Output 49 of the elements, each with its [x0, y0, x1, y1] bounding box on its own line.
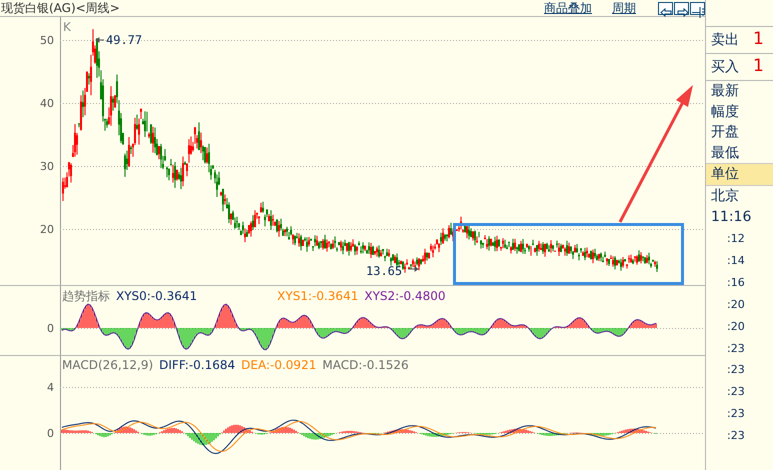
field-label: 最低 — [710, 144, 740, 162]
axis-label: 20 — [40, 223, 54, 236]
tick-time: :12 — [726, 231, 746, 247]
field-label: 北京 — [710, 186, 740, 206]
chart-title: 现货白银(AG)<周线> — [0, 0, 120, 16]
axis-label: 0 — [47, 322, 54, 335]
indicator-value: XYS2:-0.4800 — [364, 289, 446, 303]
tick-time: :23 — [726, 384, 746, 400]
tick-time: :16 — [726, 274, 746, 291]
period-link[interactable]: 周期 — [612, 0, 636, 16]
axis-label: 4 — [47, 381, 54, 394]
tick-time: :23 — [726, 362, 746, 378]
quote-value: 1 — [753, 55, 764, 78]
field-label: 幅度 — [710, 102, 740, 122]
tick-time: :23 — [726, 340, 746, 357]
tick-time: :20 — [726, 318, 746, 335]
overlay-link[interactable]: 商品叠加 — [544, 0, 592, 16]
tick-time: :23 — [726, 428, 746, 444]
axis-label: 0 — [47, 427, 54, 440]
left-arrow-icon — [660, 8, 672, 17]
field-label: 开盘 — [710, 123, 740, 142]
indicator-value: DIFF:-0.1684 — [159, 358, 236, 372]
axis-label: 40 — [40, 97, 54, 110]
indicator-value: MACD:-0.1526 — [322, 358, 409, 372]
field-label: 单位 — [706, 163, 773, 186]
max-marker-icon — [96, 37, 104, 42]
tick-time: :14 — [726, 252, 746, 269]
left-arrow-button[interactable] — [658, 2, 673, 14]
field-label: 最新 — [710, 82, 740, 101]
axis-label: 30 — [40, 160, 54, 173]
quote-label: 卖出 — [711, 30, 739, 50]
indicator-value: XYS0:-0.3641 — [116, 289, 198, 303]
right-arrow-button[interactable] — [674, 2, 689, 14]
min-marker-icon — [408, 266, 418, 272]
indicator-name: MACD(26,12,9) — [62, 358, 154, 372]
tick-time: :23 — [726, 406, 746, 422]
panel-label: K — [63, 20, 71, 34]
min-price-label: 13.65 — [366, 264, 402, 278]
quote-label: 买入 — [711, 58, 739, 76]
indicator-value: XYS1:-0.3641 — [277, 289, 358, 303]
max-price-label: 49.77 — [106, 33, 142, 47]
quote-value: 1 — [753, 28, 764, 52]
axis-label: 50 — [40, 34, 54, 47]
layout-icon — [692, 6, 704, 18]
tick-time: :20 — [726, 296, 746, 313]
right-arrow-icon — [678, 8, 689, 17]
indicator-value: DEA:-0.0921 — [241, 358, 316, 372]
time-label: 11:16 — [710, 208, 752, 227]
indicator-name: 趋势指标 — [62, 289, 110, 303]
